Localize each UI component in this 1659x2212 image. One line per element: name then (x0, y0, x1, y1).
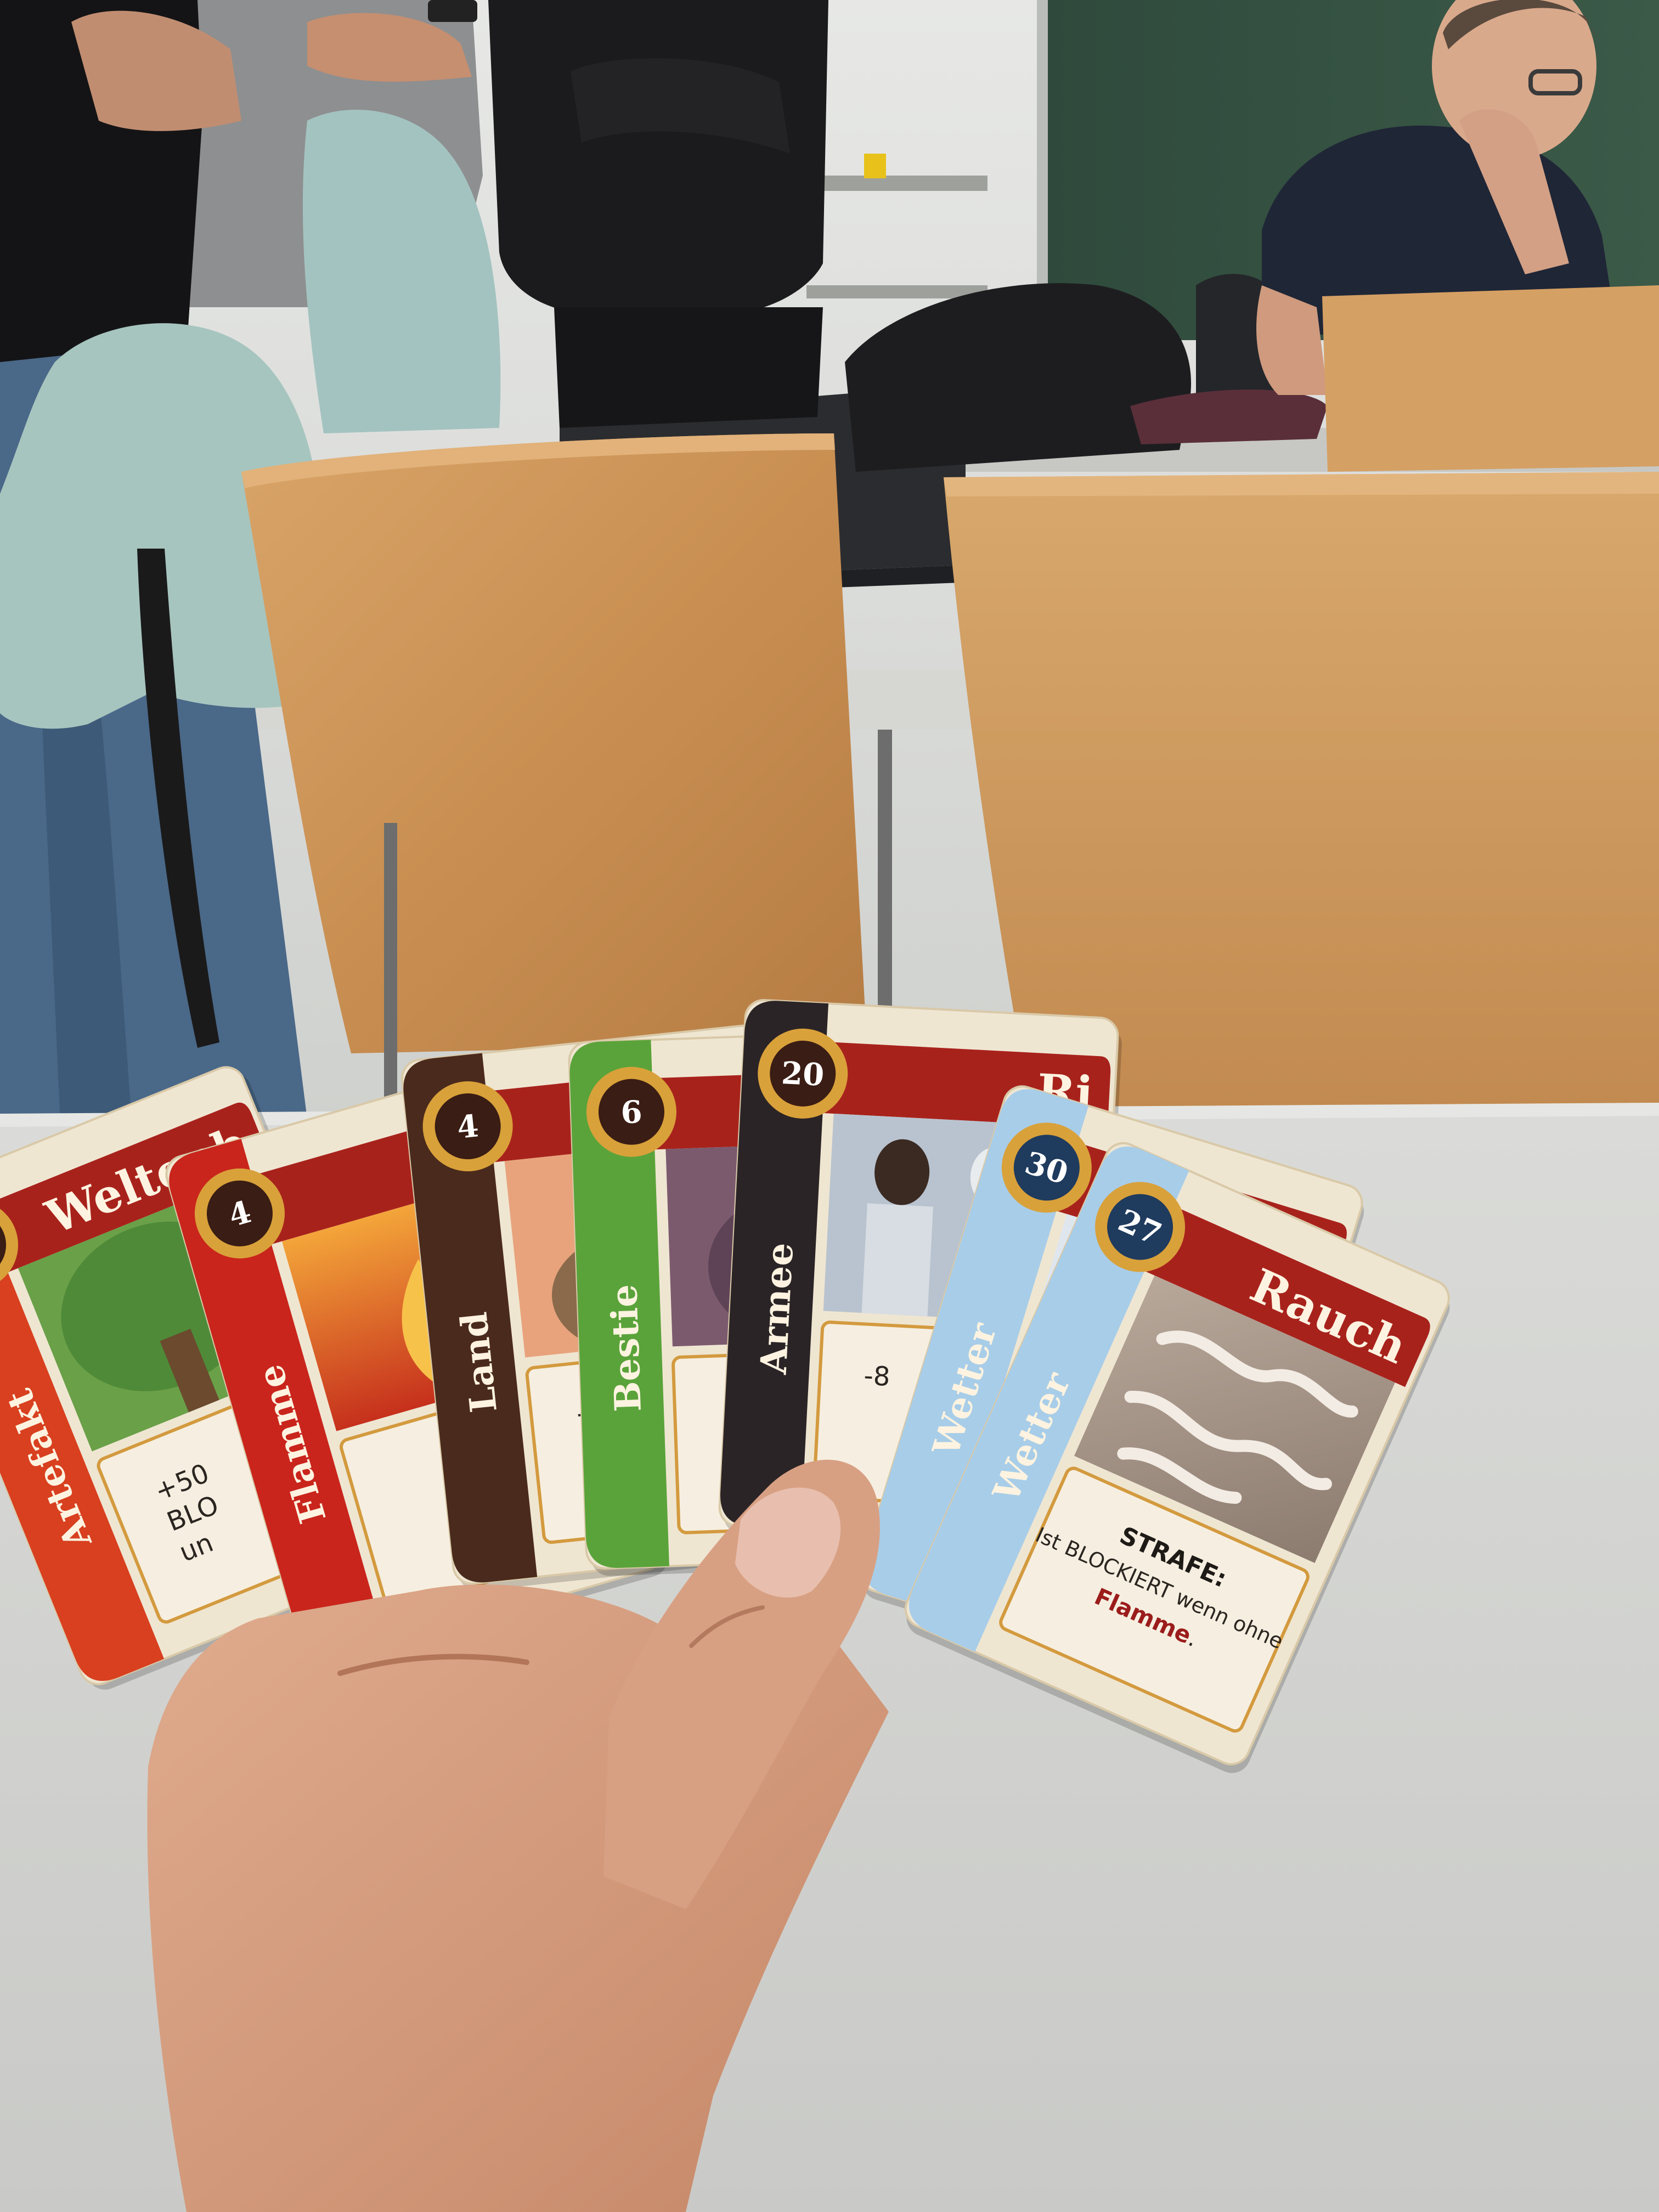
person-black-legs (554, 307, 823, 428)
rule-text: -8 (863, 1361, 891, 1392)
person-black-torso (488, 0, 828, 313)
card-number: 4 (455, 1108, 481, 1146)
warrior-armor (861, 1203, 933, 1317)
card-type-label: Bestie (602, 1284, 650, 1413)
shelf (806, 176, 988, 191)
shelf-item (864, 154, 886, 178)
chair-left (241, 433, 867, 1053)
phone (428, 0, 477, 22)
card-type-label: Armee (752, 1242, 802, 1376)
photo-canvas: 2WeltenbArtefakt+50BLOun4FeFlamme4Land+1… (0, 0, 1659, 2212)
chair-leg-2 (384, 823, 397, 1108)
photo-scene: 2WeltenbArtefakt+50BLOun4FeFlamme4Land+1… (0, 0, 1659, 2212)
card-number: 20 (781, 1055, 825, 1093)
chair-back-right (1322, 285, 1659, 472)
card-number: 6 (620, 1094, 642, 1131)
